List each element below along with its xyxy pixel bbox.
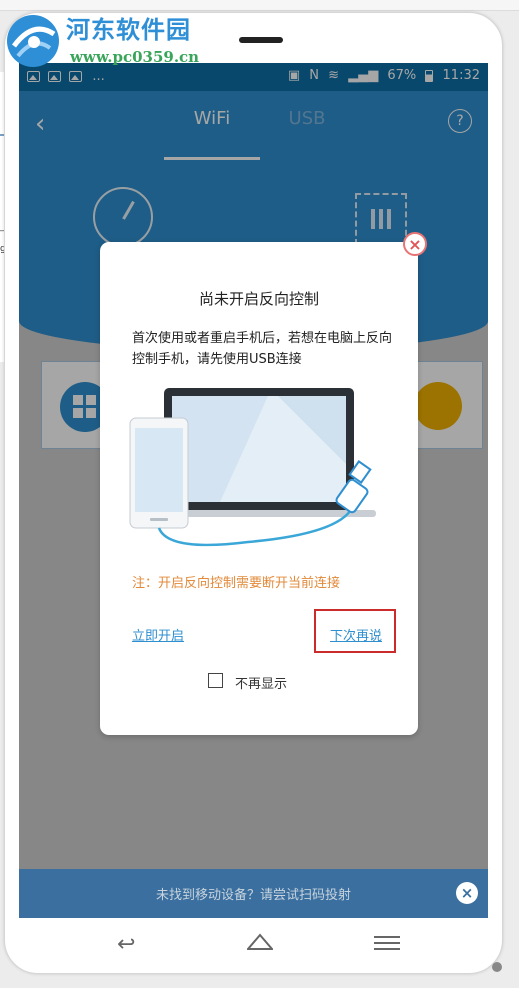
bottom-tip-text: 未找到移动设备？请尝试扫码投射 [155,888,351,903]
maybe-later-link[interactable]: 下次再说 [330,625,382,644]
watermark-url: www.pc0359.cn [70,48,200,66]
enable-now-link[interactable]: 立即开启 [132,625,184,644]
close-icon[interactable]: × [456,882,478,904]
nav-back-icon[interactable]: ↩ [117,932,135,957]
dialog-message: 首次使用或者重启手机后，若想在电脑上反向控制手机，请先使用USB连接 [132,331,393,367]
nav-recents-icon[interactable] [374,932,400,954]
site-logo-icon [7,15,59,67]
bottom-tip-bar: 未找到移动设备？请尝试扫码投射 × [19,869,488,918]
phone-speaker [239,37,283,43]
site-watermark: 河东软件园 www.pc0359.cn [4,4,224,70]
warning-note: 注：开启反向控制需要断开当前连接 [132,576,341,591]
phone-power-button [492,962,502,972]
reverse-control-dialog: 尚未开启反向控制 首次使用或者重启手机后，若想在电脑上反向控制手机，请先使用US… [100,242,418,735]
dialog-close-icon[interactable]: × [403,232,427,256]
nav-home-icon[interactable] [247,932,273,950]
android-nav-bar: ↩ [19,918,488,968]
watermark-title: 河东软件园 [66,15,191,44]
usb-connection-illustration [129,388,376,547]
dialog-title: 尚未开启反向控制 [198,290,319,308]
dont-show-checkbox[interactable] [208,673,223,688]
dont-show-label: 不再显示 [235,677,288,692]
